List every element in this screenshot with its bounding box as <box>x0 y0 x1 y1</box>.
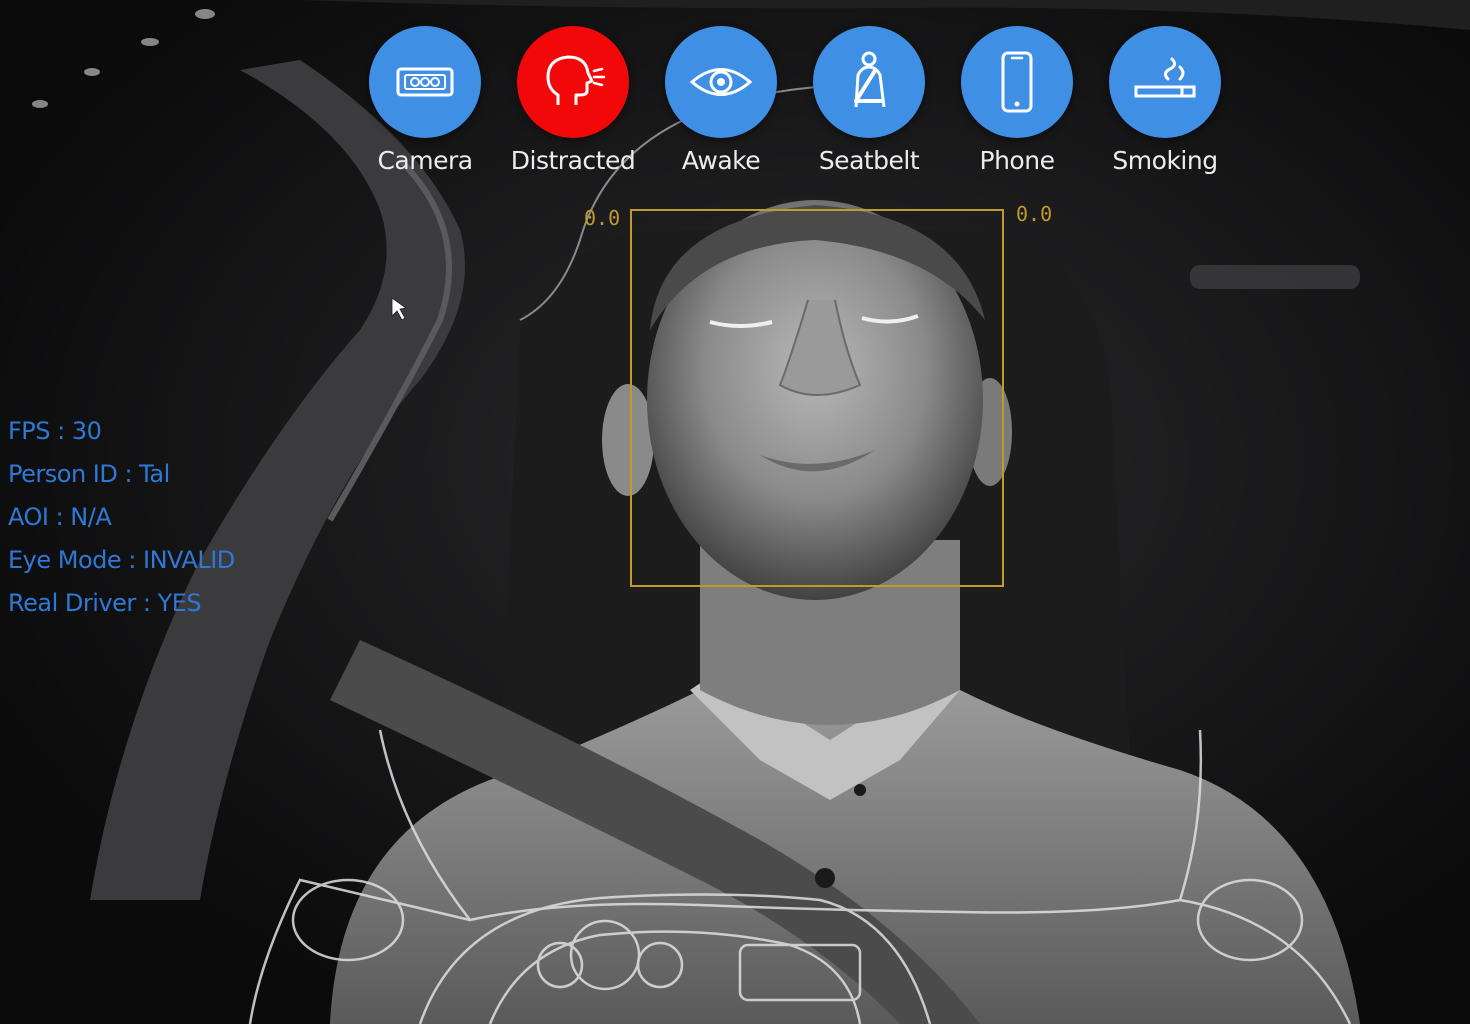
phone-icon <box>1001 51 1033 113</box>
eye-icon <box>689 68 753 96</box>
status-awake-label: Awake <box>681 146 761 175</box>
shirt-button <box>815 868 835 888</box>
face-box-score-left: 0.0 <box>584 206 621 230</box>
status-seatbelt[interactable]: Seatbelt <box>804 26 934 186</box>
real-driver-readout: Real Driver : YES <box>8 589 202 617</box>
face-box-score-right: 0.0 <box>1016 202 1053 226</box>
status-smoking-circle <box>1109 26 1221 138</box>
rear-window-reflection <box>1190 265 1360 289</box>
eye-mode-readout: Eye Mode : INVALID <box>8 546 235 574</box>
status-distracted-label: Distracted <box>510 146 636 175</box>
seatbelt-icon <box>854 51 886 108</box>
status-phone-circle <box>961 26 1073 138</box>
status-seatbelt-circle <box>813 26 925 138</box>
status-awake[interactable]: Awake <box>656 26 786 186</box>
camera-module-icon <box>396 67 454 97</box>
collar-button <box>854 784 866 796</box>
status-smoking-label: Smoking <box>1112 146 1218 175</box>
telemetry-panel: FPS : 30 Person ID : Tal AOI : N/A Eye M… <box>8 410 328 625</box>
status-camera-circle <box>369 26 481 138</box>
status-seatbelt-label: Seatbelt <box>818 146 920 175</box>
status-camera-label: Camera <box>377 146 473 175</box>
status-camera[interactable]: Camera <box>360 26 490 186</box>
status-smoking[interactable]: Smoking <box>1100 26 1230 186</box>
fps-readout: FPS : 30 <box>8 417 102 445</box>
status-awake-circle <box>665 26 777 138</box>
cigarette-icon <box>1134 57 1196 98</box>
aoi-readout: AOI : N/A <box>8 503 112 531</box>
status-indicator-bar: Camera Distracted Awake Seatbelt Phone S… <box>364 26 1228 186</box>
person-id-readout: Person ID : Tal <box>8 460 170 488</box>
status-distracted-circle <box>517 26 629 138</box>
status-distracted[interactable]: Distracted <box>508 26 638 186</box>
status-phone[interactable]: Phone <box>952 26 1082 186</box>
face-detection-box <box>630 209 1004 587</box>
distracted-head-icon <box>546 55 606 105</box>
status-phone-label: Phone <box>979 146 1055 175</box>
